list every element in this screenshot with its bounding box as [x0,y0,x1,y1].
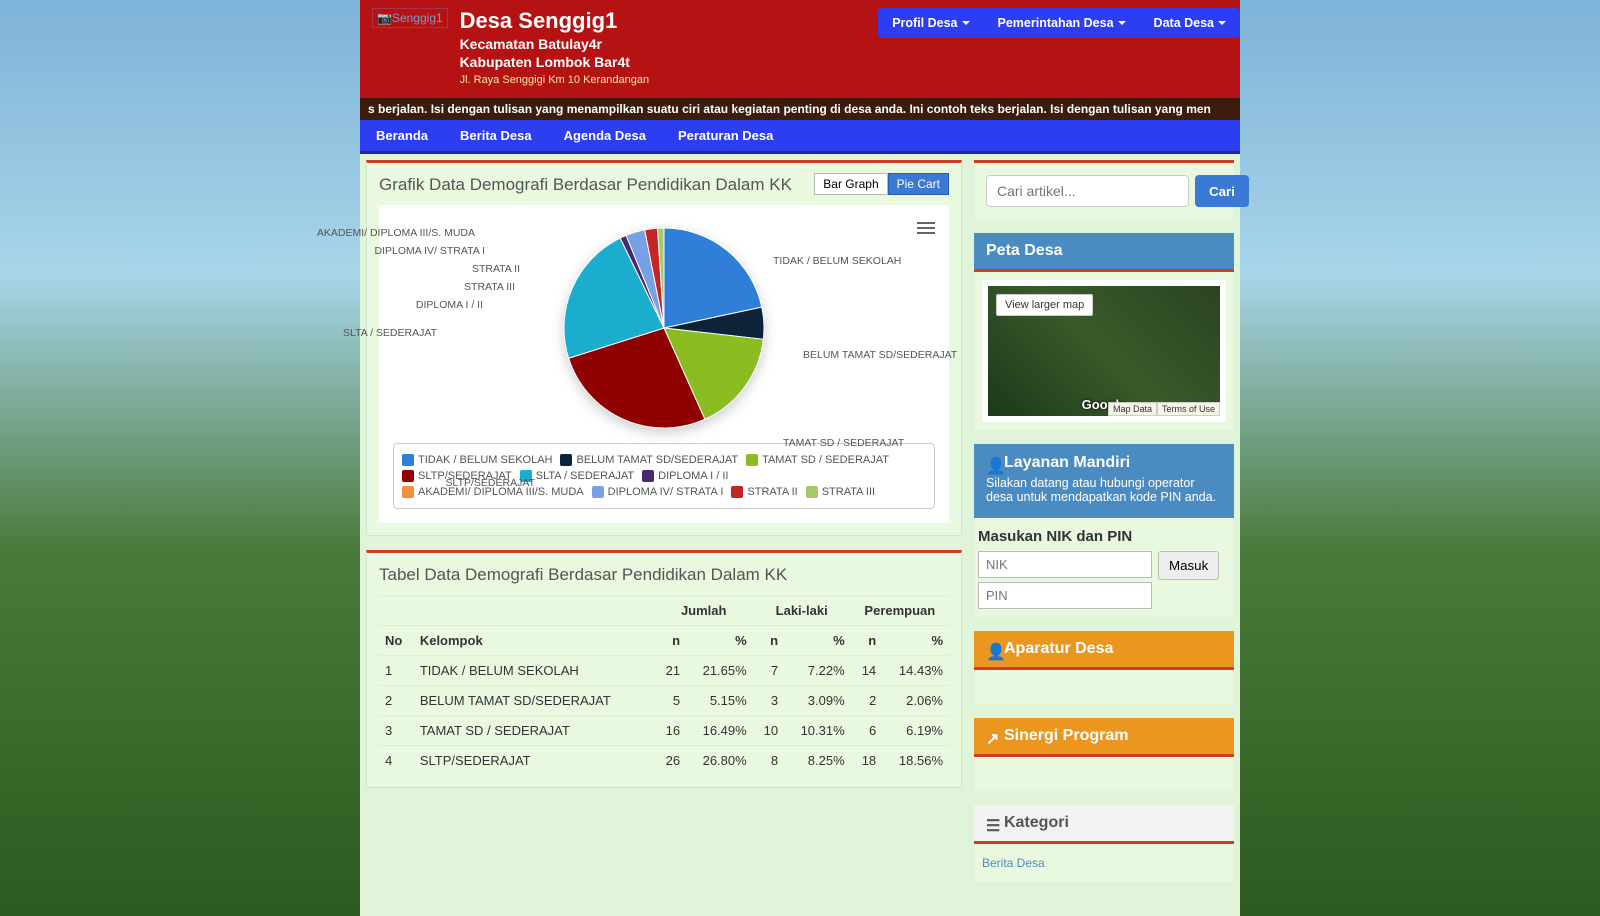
legend-item[interactable]: TAMAT SD / SEDERAJAT [746,454,889,466]
sinergi-title: ↗Sinergi Program [974,718,1234,754]
search-button[interactable]: Cari [1195,175,1249,207]
legend-swatch [642,470,654,482]
legend-swatch [560,454,572,466]
legend-swatch [402,470,414,482]
external-icon: ↗ [986,729,1000,743]
chevron-down-icon [962,21,970,29]
pie-area: AKADEMI/ DIPLOMA III/S. MUDADIPLOMA IV/ … [393,219,935,443]
pie-label: DIPLOMA I / II [416,299,483,311]
legend-item[interactable]: DIPLOMA I / II [642,470,728,482]
site-sub1: Kecamatan Batulay4r [460,36,650,52]
view-larger-map-button[interactable]: View larger map [996,294,1093,316]
legend-swatch [746,454,758,466]
pie-label: SLTA / SEDERAJAT [343,327,437,339]
site-address: Jl. Raya Senggigi Km 10 Kerandangan [460,74,650,86]
mainnav: BerandaBerita DesaAgenda DesaPeraturan D… [360,120,1240,154]
mainnav-item[interactable]: Beranda [360,120,444,151]
aparatur-title: 👤Aparatur Desa [974,631,1234,667]
terms-link[interactable]: Terms of Use [1157,402,1220,416]
user-icon: 👤 [986,456,1000,470]
table-row: 4SLTP/SEDERAJAT2626.80%88.25%1818.56% [379,746,949,776]
table-title: Tabel Data Demografi Berdasar Pendidikan… [379,565,949,585]
site-title-block: Desa Senggig1 Kecamatan Batulay4r Kabupa… [460,8,650,86]
header-banner: 📷Senggig1 Desa Senggig1 Kecamatan Batula… [360,0,1240,98]
topnav-item[interactable]: Profil Desa [878,8,983,38]
mandiri-title: 👤Layanan Mandiri [986,454,1222,472]
pie-label: TIDAK / BELUM SEKOLAH [773,255,901,267]
kategori-item[interactable]: Berita Desa [982,852,1226,874]
bar-graph-button[interactable]: Bar Graph [814,173,887,195]
marquee: s berjalan. Isi dengan tulisan yang mena… [360,98,1240,120]
pie-label: AKADEMI/ DIPLOMA III/S. MUDA [317,227,475,239]
map-data-link[interactable]: Map Data [1108,402,1157,416]
legend-item[interactable]: SLTA / SEDERAJAT [520,470,634,482]
mandiri-text: Silakan datang atau hubungi operator des… [986,476,1222,504]
sinergi-widget: ↗Sinergi Program [974,718,1234,791]
topnav: Profil DesaPemerintahan DesaData Desa [878,8,1240,38]
kategori-title: ☰Kategori [974,805,1234,841]
pie-label: STRATA III [464,281,515,293]
legend-item[interactable]: BELUM TAMAT SD/SEDERAJAT [560,454,738,466]
legend-item[interactable]: TIDAK / BELUM SEKOLAH [402,454,552,466]
site-sub2: Kabupaten Lombok Bar4t [460,54,650,70]
map-preview[interactable]: View larger map Google Map Data Terms of… [982,280,1226,422]
mainnav-item[interactable]: Peraturan Desa [662,120,789,151]
table-row: 1TIDAK / BELUM SEKOLAH2121.65%77.22%1414… [379,656,949,686]
kategori-widget: ☰Kategori Berita Desa [974,805,1234,882]
mainnav-item[interactable]: Agenda Desa [548,120,662,151]
mandiri-widget: 👤Layanan Mandiri Silakan datang atau hub… [974,444,1234,617]
pie-chart-button[interactable]: Pie Cart [888,173,949,195]
table-panel: Tabel Data Demografi Berdasar Pendidikan… [366,550,962,788]
pie-label: TAMAT SD / SEDERAJAT [783,437,904,449]
mainnav-item[interactable]: Berita Desa [444,120,548,151]
legend-swatch [806,486,818,498]
site-title: Desa Senggig1 [460,8,650,34]
legend-item[interactable]: STRATA III [806,486,875,498]
legend-swatch [592,486,604,498]
chevron-down-icon [1218,21,1226,29]
search-widget: Cari [974,160,1234,219]
peta-title: Peta Desa [974,233,1234,269]
masuk-button[interactable]: Masuk [1158,551,1219,580]
pie-chart [559,223,769,433]
legend-swatch [402,486,414,498]
topnav-item[interactable]: Pemerintahan Desa [984,8,1140,38]
pin-input[interactable] [978,582,1152,609]
nik-input[interactable] [978,551,1152,578]
table-row: 2BELUM TAMAT SD/SEDERAJAT55.15%33.09%22.… [379,686,949,716]
pie-label: DIPLOMA IV/ STRATA I [375,245,485,257]
data-table: JumlahLaki-lakiPerempuanNoKelompokn%n%n%… [379,595,949,775]
legend-swatch [402,454,414,466]
peta-widget: Peta Desa View larger map Google Map Dat… [974,233,1234,430]
chart-panel: Bar GraphPie Cart Grafik Data Demografi … [366,160,962,536]
pie-label: STRATA II [472,263,520,275]
pie-label: SLTP/SEDERAJAT [446,477,535,489]
legend-swatch [731,486,743,498]
topnav-item[interactable]: Data Desa [1140,8,1240,38]
legend-item[interactable]: STRATA II [731,486,797,498]
chart-box: AKADEMI/ DIPLOMA III/S. MUDADIPLOMA IV/ … [379,205,949,523]
mandiri-form-title: Masukan NIK dan PIN [978,528,1230,545]
table-row: 3TAMAT SD / SEDERAJAT1616.49%1010.31%66.… [379,716,949,746]
legend-item[interactable]: DIPLOMA IV/ STRATA I [592,486,724,498]
search-input[interactable] [986,175,1189,207]
aparatur-widget: 👤Aparatur Desa [974,631,1234,704]
chevron-down-icon [1118,21,1126,29]
pie-label: BELUM TAMAT SD/SEDERAJAT [803,349,957,361]
chart-type-toggle: Bar GraphPie Cart [814,173,949,195]
list-icon: ☰ [986,816,1000,830]
user-icon: 👤 [986,642,1000,656]
logo-placeholder: 📷Senggig1 [372,8,448,28]
